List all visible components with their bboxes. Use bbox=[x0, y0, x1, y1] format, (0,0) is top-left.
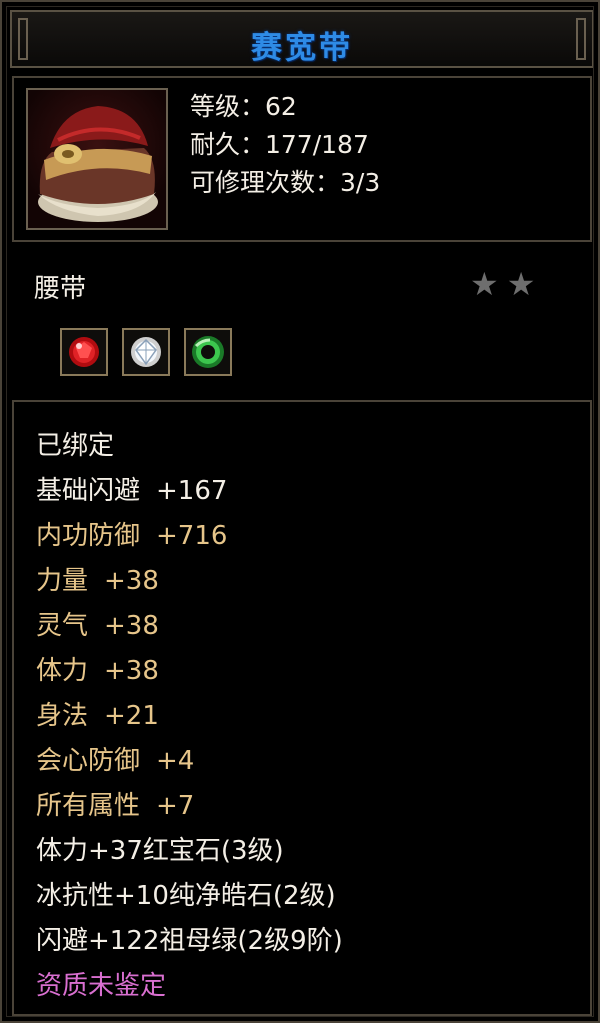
attribute-row: 会心防御 +4 bbox=[36, 746, 195, 776]
star-icon: ★ bbox=[470, 265, 499, 303]
attribute-row: 力量 +38 bbox=[36, 566, 159, 596]
quality-status: 资质未鉴定 bbox=[36, 971, 167, 1001]
item-level: 等级：62 bbox=[190, 92, 297, 121]
star-icon: ★ bbox=[506, 265, 536, 303]
diamond-gem-icon[interactable] bbox=[122, 328, 170, 376]
attribute-list: 已绑定 基础闪避 +167 内功防御 +716 力量 +38 灵气 +38 体力… bbox=[36, 424, 343, 1009]
belt-item-icon[interactable] bbox=[26, 88, 168, 230]
gem-sockets bbox=[60, 328, 232, 376]
item-stars: ★ ★ bbox=[470, 268, 535, 300]
attribute-row: 基础闪避 +167 bbox=[36, 476, 228, 506]
item-tooltip-window: 赛宽带 等级：62 耐久：177/187 可修理次数：3/3 腰带 ★ ★ 已绑… bbox=[0, 0, 600, 1023]
item-repair-count: 可修理次数：3/3 bbox=[190, 168, 381, 197]
item-type-label: 腰带 bbox=[34, 274, 87, 304]
attribute-row: 灵气 +38 bbox=[36, 611, 159, 641]
title-bar-right-ornament bbox=[576, 18, 586, 60]
attribute-row: 体力 +38 bbox=[36, 656, 159, 686]
item-header-panel: 等级：62 耐久：177/187 可修理次数：3/3 bbox=[12, 76, 592, 242]
title-bar: 赛宽带 bbox=[10, 10, 594, 68]
item-stats: 等级：62 耐久：177/187 可修理次数：3/3 bbox=[190, 88, 380, 202]
attribute-row: 身法 +21 bbox=[36, 701, 159, 731]
gem-bonus-line: 冰抗性+10纯净皓石(2级) bbox=[36, 881, 336, 911]
gem-bonus-line: 闪避+122祖母绿(2级9阶) bbox=[36, 926, 343, 956]
emerald-gem-icon[interactable] bbox=[184, 328, 232, 376]
ruby-gem-icon[interactable] bbox=[60, 328, 108, 376]
gem-bonus-line: 体力+37红宝石(3级) bbox=[36, 836, 284, 866]
bound-status: 已绑定 bbox=[36, 431, 115, 461]
attribute-row: 所有属性 +7 bbox=[36, 791, 195, 821]
item-name-title: 赛宽带 bbox=[251, 30, 353, 66]
item-durability: 耐久：177/187 bbox=[190, 130, 369, 159]
attributes-panel: 已绑定 基础闪避 +167 内功防御 +716 力量 +38 灵气 +38 体力… bbox=[12, 400, 592, 1016]
attribute-row: 内功防御 +716 bbox=[36, 521, 228, 551]
